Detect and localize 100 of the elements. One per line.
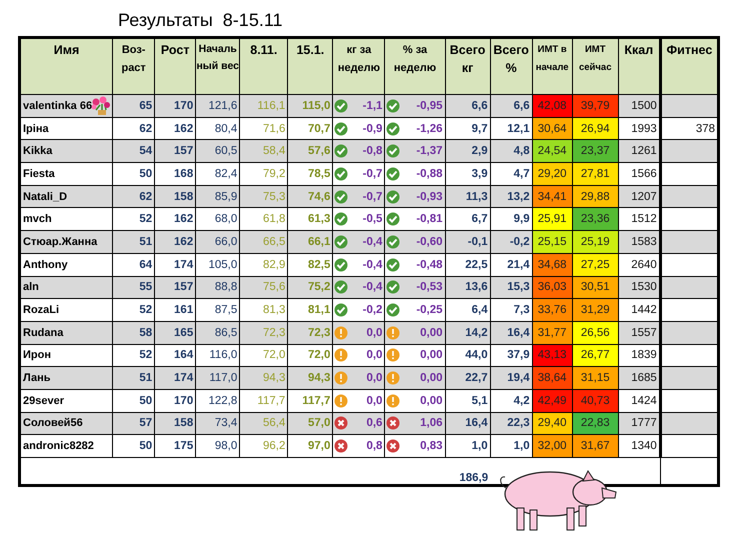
percent-change-value: 0,00 <box>420 326 443 339</box>
name-cell: 29sever <box>20 389 113 412</box>
height-cell: 170 <box>154 389 196 412</box>
name-cell: Anthony <box>20 253 113 276</box>
age-cell: 57 <box>112 412 155 435</box>
bmi-start-cell: 29,40 <box>532 412 572 435</box>
age-cell: 55 <box>112 276 155 299</box>
height-cell: 162 <box>154 230 196 254</box>
kcal-cell: 1583 <box>618 230 660 254</box>
age-cell: 51 <box>112 230 155 254</box>
start-cell: 87,5 <box>196 298 240 322</box>
start-cell: 66,0 <box>196 230 240 254</box>
warning-icon <box>386 371 400 386</box>
kcal-cell: 1530 <box>618 276 660 299</box>
warning-icon <box>334 326 348 340</box>
total-kg-cell: 14,2 <box>445 321 490 344</box>
total-percent-cell: 13,2 <box>490 185 532 208</box>
age-cell: 50 <box>112 389 155 412</box>
w1-cell: 75,6 <box>240 276 288 299</box>
check-icon <box>386 280 400 294</box>
check-icon <box>386 190 400 204</box>
bmi-now-cell: 26,94 <box>572 117 618 140</box>
bmi-start-cell: 29,20 <box>532 162 572 186</box>
w1-cell: 66,5 <box>240 230 288 254</box>
kg-change-value: -0,4 <box>362 258 382 271</box>
kg-change-value: -0,2 <box>362 304 382 316</box>
w2-cell: 74,6 <box>288 185 333 208</box>
start-cell: 86,5 <box>196 321 240 344</box>
column-header: Начальный вес <box>196 38 240 94</box>
w2-cell: 66,1 <box>288 230 333 254</box>
start-cell: 105,0 <box>196 253 240 276</box>
w2-cell: 82,5 <box>288 253 333 276</box>
column-header: Фитнес <box>660 38 718 94</box>
percent-change-value: 0,83 <box>420 440 443 452</box>
total-kg-cell: 2,9 <box>445 140 490 163</box>
total-kg-cell: 5,1 <box>445 389 490 412</box>
name-cell: Rudana <box>20 321 113 344</box>
total-kg-cell: 13,6 <box>445 276 490 299</box>
bmi-start-cell: 33,76 <box>532 298 572 322</box>
height-cell: 170 <box>154 94 196 118</box>
start-cell: 121,6 <box>196 94 240 118</box>
height-cell: 168 <box>154 162 196 186</box>
kg-change-value: -0,7 <box>362 190 382 203</box>
total-percent-cell: 22,3 <box>490 412 532 435</box>
kg-change-value: -0,4 <box>362 281 382 294</box>
name-cell: Kikka <box>20 140 113 163</box>
percent-change-value: -0,88 <box>416 168 443 180</box>
total-percent-cell: 4,2 <box>490 389 532 412</box>
percent-change-value: 0,00 <box>420 372 443 384</box>
total-percent-cell: -0,2 <box>490 230 532 254</box>
check-icon <box>334 212 348 226</box>
check-icon <box>334 280 348 294</box>
column-header: 15.1. <box>288 38 333 94</box>
bmi-now-cell: 27,25 <box>572 253 618 276</box>
name-cell: Лань <box>20 366 113 390</box>
age-cell: 65 <box>112 94 155 118</box>
percent-change-value: 0,00 <box>420 349 443 362</box>
column-header: Рост <box>154 38 196 94</box>
cross-icon <box>386 439 400 454</box>
w1-cell: 116,1 <box>240 94 288 118</box>
bmi-start-cell: 30,64 <box>532 117 572 140</box>
kcal-cell: 1777 <box>618 412 660 435</box>
total-kg-cell: 3,9 <box>445 162 490 186</box>
age-cell: 50 <box>112 434 155 458</box>
percent-change-value: -0,95 <box>416 100 443 112</box>
column-header: Всего % <box>490 38 532 94</box>
percent-change-value: -0,25 <box>416 304 443 316</box>
start-cell: 88,8 <box>196 276 240 299</box>
column-header: Воз-раст <box>112 38 155 94</box>
sheet-title: Результаты 8-15.11 <box>117 9 284 32</box>
w2-cell: 57,0 <box>288 412 333 435</box>
check-icon <box>386 303 400 318</box>
check-icon <box>386 212 400 226</box>
check-icon <box>386 122 400 136</box>
percent-change-value: -1,37 <box>416 145 443 158</box>
column-header: Всего кг <box>445 38 490 94</box>
total-kg-cell: 22,5 <box>445 253 490 276</box>
height-cell: 161 <box>154 298 196 322</box>
start-cell: 73,4 <box>196 412 240 435</box>
bmi-start-cell: 42,49 <box>532 389 572 412</box>
percent-change-value: -0,81 <box>416 213 443 226</box>
w2-cell: 72,3 <box>288 321 333 344</box>
bmi-now-cell: 30,51 <box>572 276 618 299</box>
kcal-cell: 1557 <box>618 321 660 344</box>
check-icon <box>334 258 348 272</box>
w1-cell: 117,7 <box>240 389 288 412</box>
height-cell: 158 <box>154 185 196 208</box>
bmi-now-cell: 39,79 <box>572 94 618 118</box>
bmi-start-cell: 25,91 <box>532 208 572 231</box>
total-kg-cell: 6,4 <box>445 298 490 322</box>
bmi-now-cell: 40,73 <box>572 389 618 412</box>
kg-change-value: -0,4 <box>362 236 382 248</box>
bmi-start-cell: 38,64 <box>532 366 572 390</box>
total-kg-cell: -0,1 <box>445 230 490 254</box>
w1-cell: 81,3 <box>240 298 288 322</box>
total-kg-cell: 22,7 <box>445 366 490 390</box>
start-cell: 60,5 <box>196 140 240 163</box>
kcal-cell: 1261 <box>618 140 660 163</box>
total-percent-cell: 19,4 <box>490 366 532 390</box>
height-cell: 158 <box>154 412 196 435</box>
